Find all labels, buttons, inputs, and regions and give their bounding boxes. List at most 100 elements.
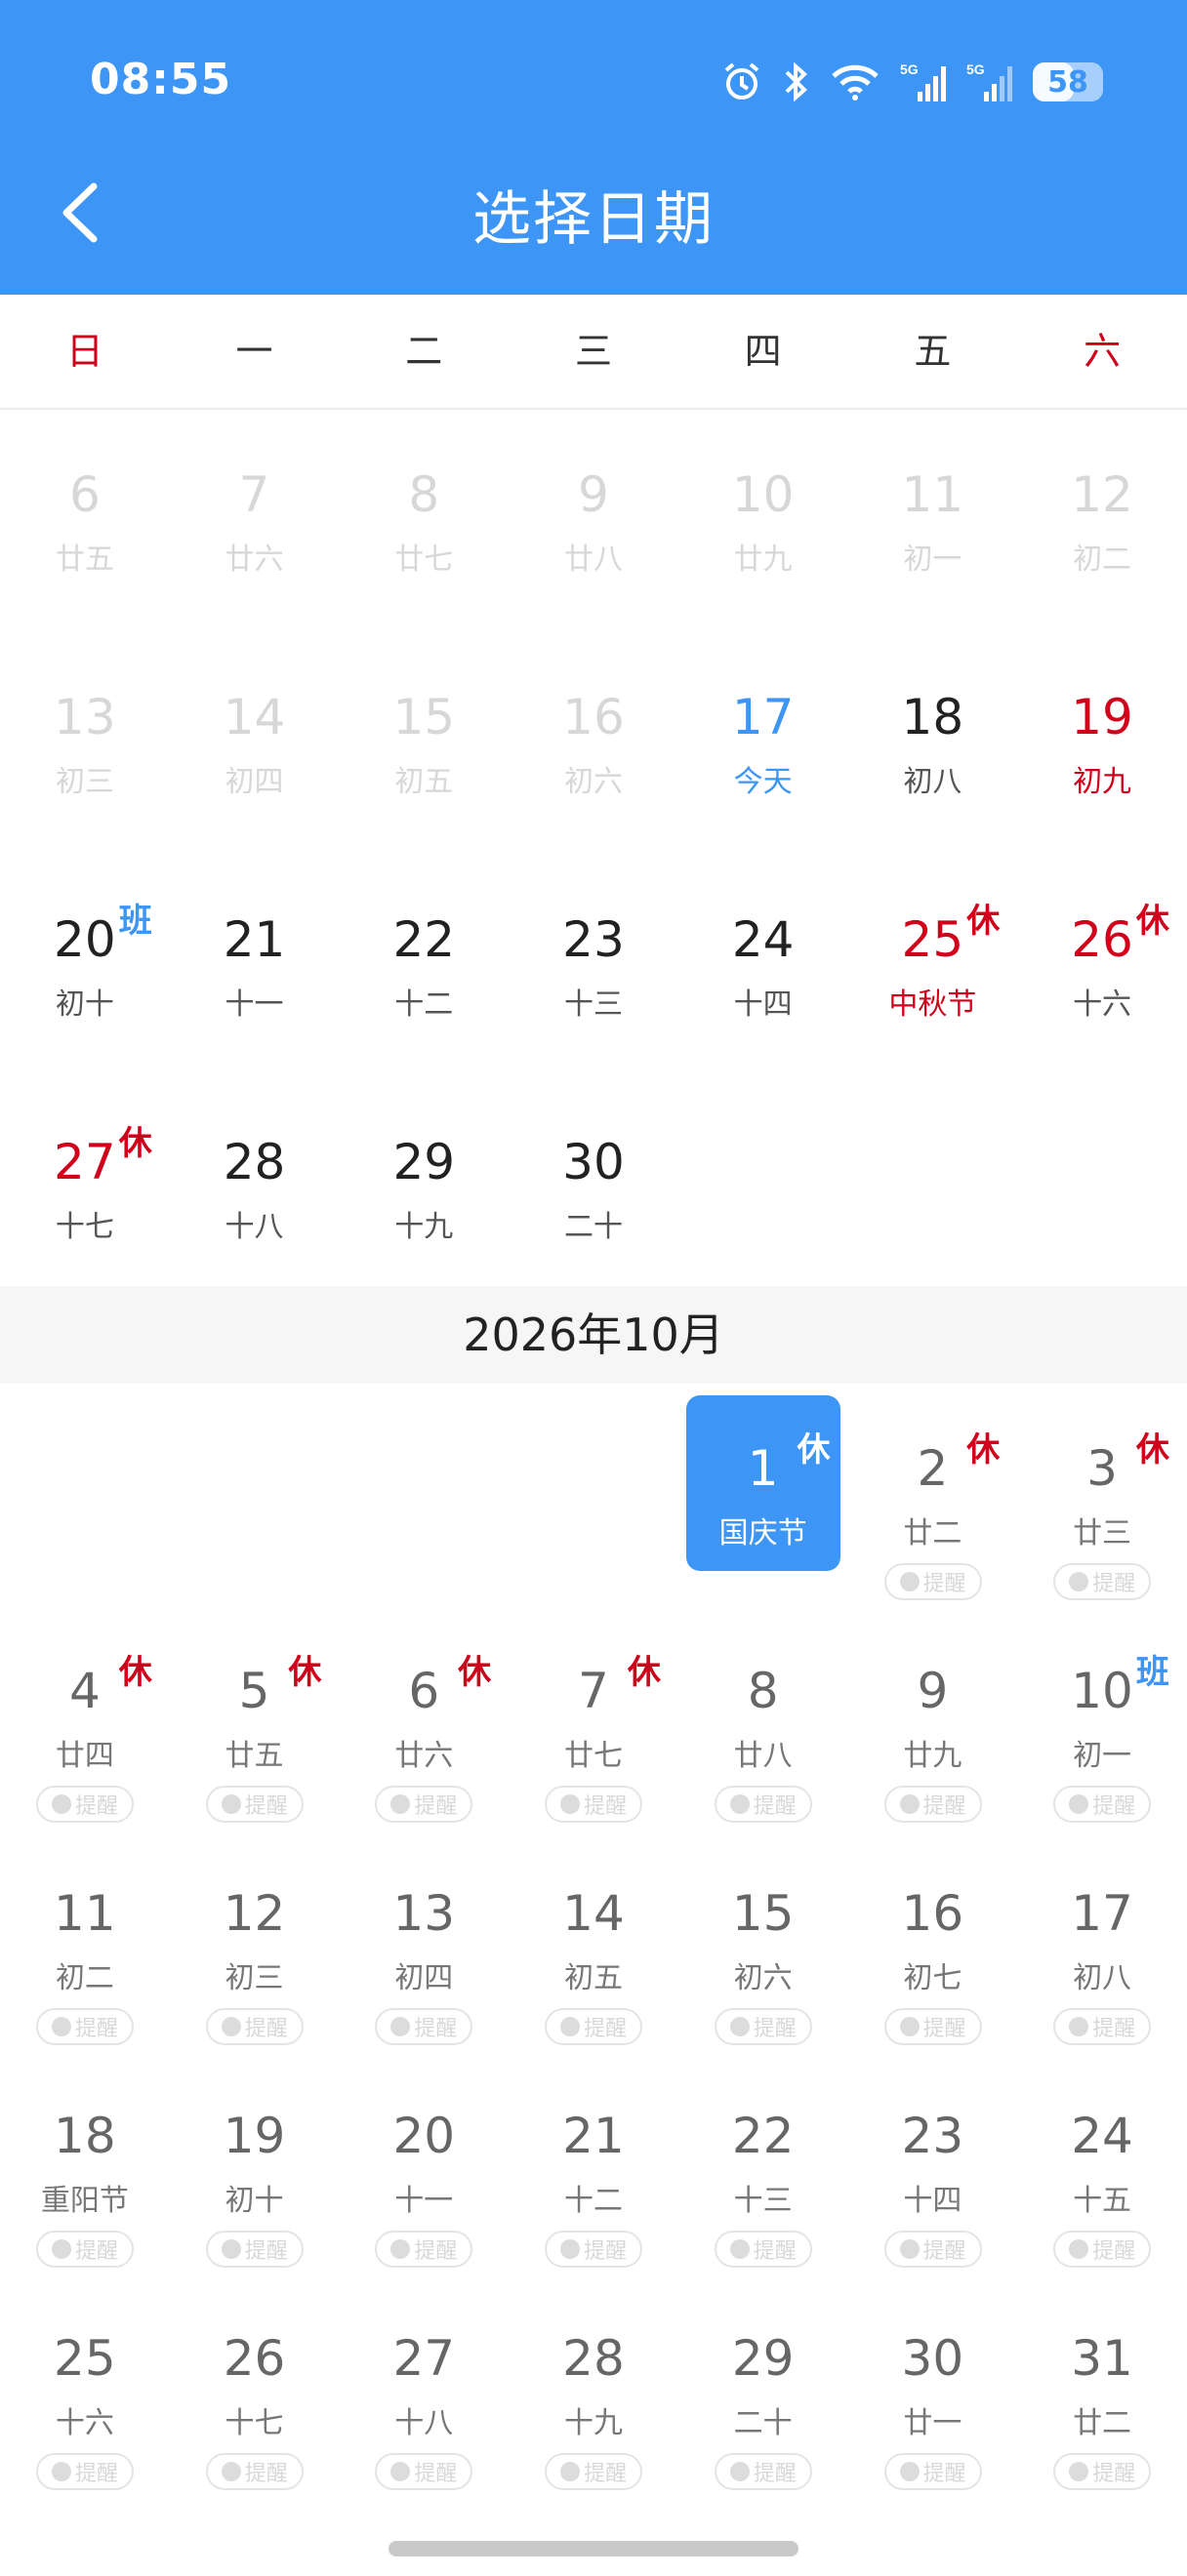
date-cell[interactable]: 29 二十 提醒 <box>678 2274 848 2496</box>
remind-label: 提醒 <box>922 2017 966 2041</box>
remind-button[interactable]: 提醒 <box>205 2231 304 2268</box>
date-cell[interactable]: 14 初五 提醒 <box>509 1829 678 2051</box>
remind-button[interactable]: 提醒 <box>375 2231 473 2268</box>
date-cell[interactable]: 25 十六 提醒 <box>0 2274 170 2496</box>
date-cell[interactable]: 18 重阳节 提醒 <box>0 2051 170 2274</box>
date-cell-selected[interactable]: 1 国庆节休 <box>678 1384 848 1606</box>
date-cell-today[interactable]: 17 今天 <box>678 632 848 855</box>
lunar-date: 初十 <box>55 987 114 1022</box>
date-cell[interactable]: 26 十六休 <box>1017 855 1187 1077</box>
date-cell[interactable]: 27 十七休 <box>0 1077 170 1300</box>
remind-button[interactable]: 提醒 <box>205 2008 304 2045</box>
date-cell[interactable]: 20 初十班 <box>0 855 170 1077</box>
date-number: 21 <box>562 2108 625 2164</box>
date-cell[interactable]: 23 十三 <box>509 855 678 1077</box>
remind-button[interactable]: 提醒 <box>883 1563 982 1600</box>
date-cell[interactable]: 4 廿四休提醒 <box>0 1606 170 1829</box>
remind-label: 提醒 <box>1092 2017 1136 2041</box>
remind-button[interactable]: 提醒 <box>1053 2008 1152 2045</box>
date-cell[interactable]: 21 十二 提醒 <box>509 2051 678 2274</box>
date-cell[interactable]: 20 十一 提醒 <box>339 2051 509 2274</box>
date-cell[interactable]: 5 廿五休提醒 <box>170 1606 340 1829</box>
remind-label: 提醒 <box>753 2462 797 2486</box>
date-cell[interactable]: 22 十二 <box>339 855 509 1077</box>
remind-label: 提醒 <box>1092 1794 1136 1819</box>
date-cell[interactable]: 15 初六 提醒 <box>678 1829 848 2051</box>
remind-button[interactable]: 提醒 <box>545 2231 643 2268</box>
remind-button[interactable]: 提醒 <box>1053 1563 1152 1600</box>
date-cell[interactable]: 6 廿六休提醒 <box>339 1606 509 1829</box>
date-cell[interactable]: 28 十九 提醒 <box>509 2274 678 2496</box>
date-cell[interactable]: 25 中秋节休 <box>848 855 1018 1077</box>
date-cell[interactable]: 16 初七 提醒 <box>848 1829 1018 2051</box>
date-cell[interactable]: 17 初八 提醒 <box>1017 1829 1187 2051</box>
remind-label: 提醒 <box>244 2239 288 2264</box>
remind-button[interactable]: 提醒 <box>714 2008 812 2045</box>
remind-button[interactable]: 提醒 <box>714 2453 812 2490</box>
alarm-clock-icon <box>560 2239 581 2259</box>
lunar-date: 初一 <box>1073 1739 1132 1773</box>
holiday-badge: 休 <box>966 1430 1001 1469</box>
date-cell[interactable]: 28 十八 <box>170 1077 340 1300</box>
holiday-badge: 休 <box>1135 1430 1169 1469</box>
date-cell[interactable]: 24 十四 <box>678 855 848 1077</box>
date-cell[interactable]: 21 十一 <box>170 855 340 1077</box>
date-cell[interactable]: 3 廿三休提醒 <box>1017 1384 1187 1606</box>
remind-label: 提醒 <box>922 1572 966 1596</box>
home-indicator[interactable] <box>389 2541 798 2556</box>
date-cell[interactable]: 2 廿二休提醒 <box>848 1384 1018 1606</box>
date-cell[interactable]: 22 十三 提醒 <box>678 2051 848 2274</box>
remind-label: 提醒 <box>414 1794 458 1819</box>
date-cell[interactable]: 24 十五 提醒 <box>1017 2051 1187 2274</box>
signal-5g-icon-1: 5G <box>900 60 947 103</box>
calendar-week-row: 20 初十班 21 十一 22 十二 23 十三 24 十四 25 中秋节休 26 十六休 <box>0 855 1187 1077</box>
date-cell[interactable]: 18 初八 <box>848 632 1018 855</box>
remind-button[interactable]: 提醒 <box>36 2008 134 2045</box>
remind-button[interactable]: 提醒 <box>883 2231 982 2268</box>
remind-label: 提醒 <box>1092 2239 1136 2264</box>
date-cell[interactable]: 26 十七 提醒 <box>170 2274 340 2496</box>
date-number: 12 <box>223 1885 286 1942</box>
remind-button[interactable]: 提醒 <box>205 2453 304 2490</box>
battery-indicator: 58 <box>1033 62 1103 101</box>
date-cell[interactable]: 31 廿二 提醒 <box>1017 2274 1187 2496</box>
remind-button[interactable]: 提醒 <box>883 1786 982 1823</box>
remind-button[interactable]: 提醒 <box>36 1786 134 1823</box>
remind-button[interactable]: 提醒 <box>1053 2453 1152 2490</box>
date-cell[interactable]: 8 廿八 提醒 <box>678 1606 848 1829</box>
date-cell[interactable]: 9 廿九 提醒 <box>848 1606 1018 1829</box>
date-cell[interactable]: 23 十四 提醒 <box>848 2051 1018 2274</box>
date-cell[interactable]: 7 廿七休提醒 <box>509 1606 678 1829</box>
date-cell[interactable]: 27 十八 提醒 <box>339 2274 509 2496</box>
remind-button[interactable]: 提醒 <box>375 1786 473 1823</box>
page-title: 选择日期 <box>472 185 715 254</box>
remind-button[interactable]: 提醒 <box>375 2453 473 2490</box>
remind-button[interactable]: 提醒 <box>205 1786 304 1823</box>
date-cell[interactable]: 30 二十 <box>509 1077 678 1300</box>
remind-label: 提醒 <box>74 2017 118 2041</box>
remind-label: 提醒 <box>244 1794 288 1819</box>
remind-button[interactable]: 提醒 <box>545 1786 643 1823</box>
date-cell[interactable]: 19 初九 <box>1017 632 1187 855</box>
date-number: 30 <box>562 1134 625 1190</box>
alarm-clock-icon <box>390 2239 411 2259</box>
date-cell[interactable]: 19 初十 提醒 <box>170 2051 340 2274</box>
date-cell[interactable]: 30 廿一 提醒 <box>848 2274 1018 2496</box>
date-cell[interactable]: 29 十九 <box>339 1077 509 1300</box>
remind-button[interactable]: 提醒 <box>883 2453 982 2490</box>
lunar-date: 十五 <box>1073 2184 1132 2218</box>
remind-button[interactable]: 提醒 <box>1053 1786 1152 1823</box>
remind-button[interactable]: 提醒 <box>714 2231 812 2268</box>
remind-button[interactable]: 提醒 <box>883 2008 982 2045</box>
remind-button[interactable]: 提醒 <box>545 2008 643 2045</box>
date-cell[interactable]: 13 初四 提醒 <box>339 1829 509 2051</box>
remind-button[interactable]: 提醒 <box>36 2453 134 2490</box>
date-cell[interactable]: 12 初三 提醒 <box>170 1829 340 2051</box>
date-cell[interactable]: 11 初二 提醒 <box>0 1829 170 2051</box>
remind-button[interactable]: 提醒 <box>1053 2231 1152 2268</box>
date-cell[interactable]: 10 初一班提醒 <box>1017 1606 1187 1829</box>
remind-button[interactable]: 提醒 <box>714 1786 812 1823</box>
remind-button[interactable]: 提醒 <box>36 2231 134 2268</box>
remind-button[interactable]: 提醒 <box>545 2453 643 2490</box>
remind-button[interactable]: 提醒 <box>375 2008 473 2045</box>
